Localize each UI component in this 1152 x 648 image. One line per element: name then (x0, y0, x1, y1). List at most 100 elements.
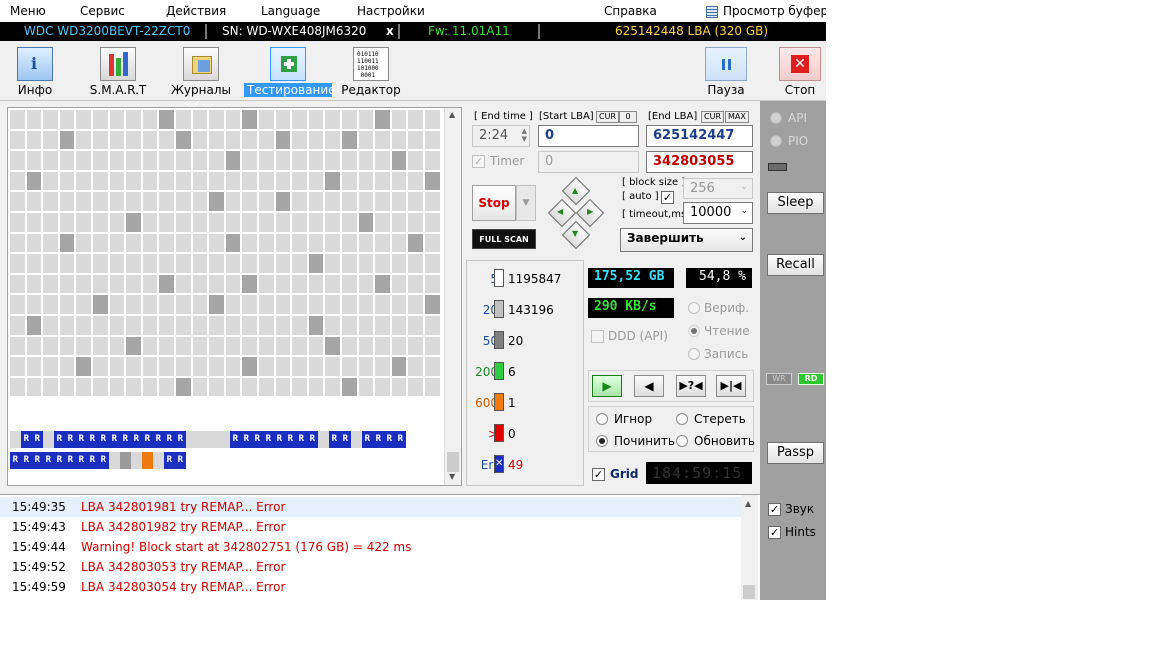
grid-label: Grid (610, 467, 639, 481)
end-time-spinner[interactable]: 2:24 ▲ ▼ (472, 125, 530, 147)
stat-row: Err ✕ 49 (467, 455, 585, 475)
end-lba-cur-button[interactable]: CUR (701, 111, 724, 123)
tab-journals[interactable]: Журналы (171, 47, 231, 99)
scroll-up-icon[interactable]: ▲ (449, 110, 455, 119)
stat-color-swatch[interactable] (494, 300, 504, 318)
menu-item-menu[interactable]: Меню (10, 4, 46, 18)
stop-button[interactable]: ✕ Стоп (770, 47, 826, 99)
log-row[interactable]: 15:49:59 LBA 342803054 try REMAP... Error (0, 577, 741, 597)
log-scrollbar[interactable]: ▲ (741, 495, 758, 600)
hints-checkbox[interactable]: ✓ (768, 526, 781, 539)
stat-color-swatch[interactable] (494, 269, 504, 287)
pause-button[interactable]: Пауза (696, 47, 756, 99)
api-radio[interactable] (770, 112, 782, 124)
write-label: Запись (704, 347, 749, 361)
write-radio[interactable] (688, 348, 700, 360)
map-block (59, 377, 75, 397)
map-block (325, 130, 340, 150)
menu-item-settings[interactable]: Настройки (357, 4, 425, 18)
tab-info[interactable]: i Инфо (5, 47, 65, 99)
stat-color-swatch[interactable] (494, 424, 504, 442)
start-lba-zero-button[interactable]: 0 (619, 111, 637, 123)
map-block (10, 377, 25, 397)
spinner-arrows-icon[interactable]: ▲ ▼ (522, 127, 527, 143)
read-radio[interactable] (688, 325, 700, 337)
scroll-thumb[interactable] (447, 452, 459, 472)
map-error-block: R (230, 431, 241, 448)
rewind-button[interactable]: ◀ (634, 375, 664, 397)
map-block (43, 130, 58, 150)
refresh-radio[interactable] (676, 435, 688, 447)
map-block (408, 151, 423, 170)
map-block (159, 254, 174, 273)
ddd-checkbox[interactable] (591, 330, 604, 343)
drive-model[interactable]: WDC WD3200BEVT-22ZCT0 (24, 24, 190, 38)
verify-radio[interactable] (688, 302, 700, 314)
map-block (43, 192, 58, 211)
end-lba-input[interactable]: 625142447 (646, 125, 753, 147)
grid-checkbox[interactable]: ✓ (592, 468, 605, 481)
menu-item-help[interactable]: Справка (604, 4, 657, 18)
skip-unknown-button[interactable]: ▶?◀ (676, 375, 706, 397)
repair-radio[interactable] (596, 435, 608, 447)
map-block (308, 316, 324, 335)
recall-button[interactable]: Recall (767, 254, 824, 276)
victoria-window: Меню Сервис Действия Language Настройки … (0, 0, 826, 600)
speed-display: 290 KB/s (588, 298, 674, 318)
erase-radio[interactable] (676, 413, 688, 425)
start-lba-input[interactable]: 0 (538, 125, 639, 147)
scroll-up-icon[interactable]: ▲ (745, 499, 751, 508)
log-message: LBA 342801982 try REMAP... Error (81, 520, 286, 534)
menu-item-language[interactable]: Language (261, 4, 320, 18)
block-size-value: 256 (690, 181, 715, 196)
map-block (142, 213, 158, 232)
map-error-block: R (395, 431, 406, 448)
block-size-select[interactable]: 256 ⌄ (683, 178, 753, 199)
scan-stop-dropdown-icon[interactable]: ▼ (516, 185, 536, 221)
stat-color-swatch[interactable] (494, 362, 504, 380)
ignore-radio[interactable] (596, 413, 608, 425)
map-block (76, 192, 91, 211)
menu-item-actions[interactable]: Действия (166, 4, 226, 18)
stat-color-swatch[interactable] (494, 331, 504, 349)
finish-action-select[interactable]: Завершить ⌄ (620, 228, 753, 252)
scan-stop-button[interactable]: Stop (472, 185, 516, 221)
log-row[interactable]: 15:49:52 LBA 342803053 try REMAP... Error (0, 557, 741, 577)
passport-button[interactable]: Passp (767, 442, 824, 464)
skip-end-button[interactable]: ▶|◀ (716, 375, 746, 397)
auto-checkbox[interactable]: ✓ (661, 191, 674, 204)
log-row[interactable]: 15:49:35 LBA 342801981 try REMAP... Error (0, 497, 741, 517)
tab-editor[interactable]: 010110 110011 101000 0001 Редактор (340, 47, 402, 99)
sound-checkbox[interactable]: ✓ (768, 503, 781, 516)
map-block (176, 357, 191, 376)
full-scan-button[interactable]: FULL SCAN (472, 229, 536, 249)
stat-color-swatch[interactable]: ✕ (494, 455, 504, 473)
menu-item-service[interactable]: Сервис (80, 4, 125, 18)
drive-close-button[interactable]: x (386, 24, 394, 38)
map-error-block: R (65, 452, 76, 469)
map-block (76, 336, 91, 356)
pio-radio[interactable] (770, 135, 782, 147)
map-block (358, 336, 374, 356)
start-lba-cur-button[interactable]: CUR (596, 111, 619, 123)
timer-checkbox[interactable]: ✓ (472, 155, 485, 168)
tab-smart[interactable]: S.M.A.R.T (88, 47, 148, 99)
log-row[interactable]: 15:49:43 LBA 342801982 try REMAP... Error (0, 517, 741, 537)
clipboard-view-link[interactable]: Просмотр буфера (723, 4, 826, 18)
sleep-button[interactable]: Sleep (767, 192, 824, 214)
tab-testing[interactable]: Тестирование (244, 47, 336, 99)
stat-color-swatch[interactable] (494, 393, 504, 411)
play-button[interactable]: ▶ (592, 375, 622, 397)
map-block (425, 336, 440, 356)
map-block (176, 254, 191, 273)
scroll-down-icon[interactable]: ▼ (449, 472, 455, 481)
map-block (325, 233, 340, 253)
map-block (391, 233, 407, 253)
log-row[interactable]: 15:49:44 Warning! Block start at 34280275… (0, 537, 741, 557)
map-scrollbar[interactable]: ▲ ▼ (444, 108, 461, 485)
map-block (259, 192, 274, 211)
scroll-thumb[interactable] (743, 585, 755, 599)
timeout-select[interactable]: 10000 ⌄ (683, 202, 753, 224)
map-block (159, 233, 174, 253)
end-lba-max-button[interactable]: MAX (725, 111, 749, 123)
